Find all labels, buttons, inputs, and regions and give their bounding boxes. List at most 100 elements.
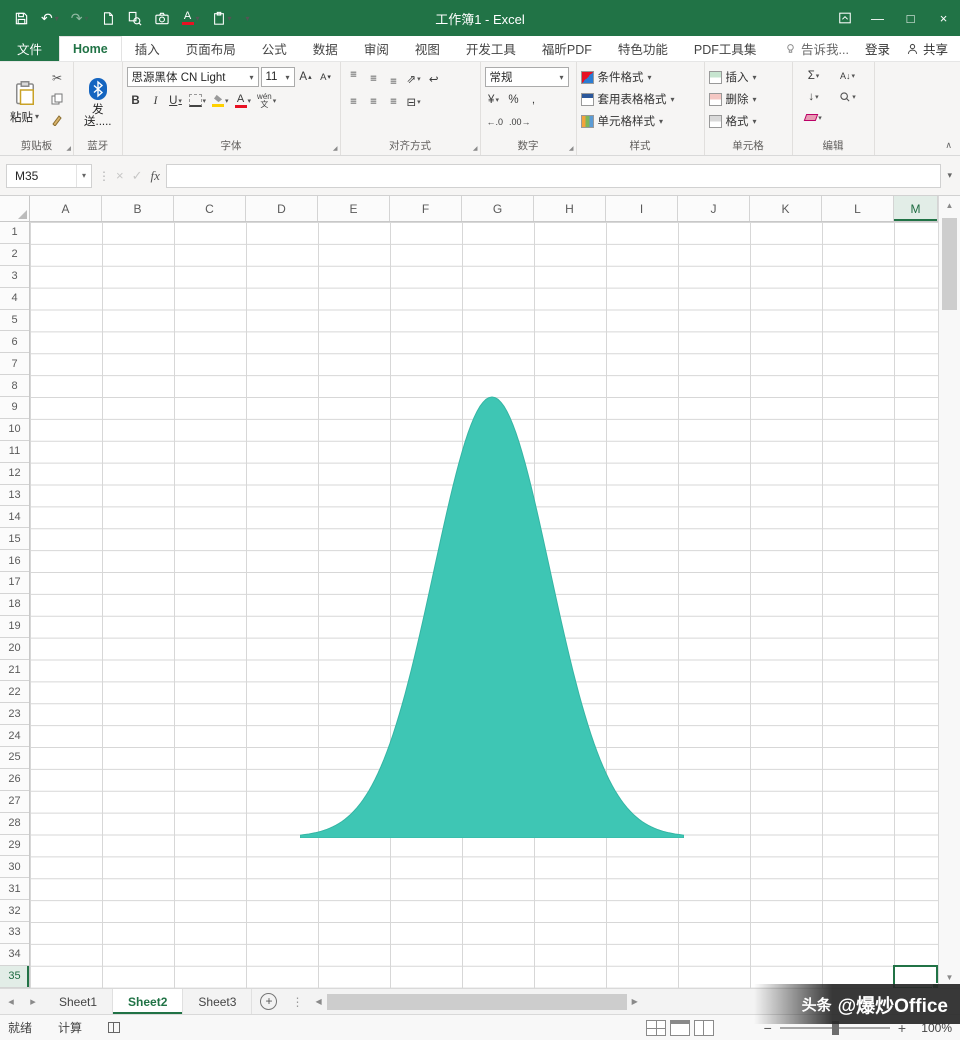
row-header-22[interactable]: 22 [0, 681, 29, 704]
tab-file[interactable]: 文件 [0, 36, 60, 61]
row-header-15[interactable]: 15 [0, 528, 29, 551]
font-color-button-ribbon[interactable]: A ▾ [233, 91, 254, 110]
underline-button[interactable]: U ▾ [167, 91, 185, 110]
sort-filter-button[interactable]: A↓ ▾ [831, 66, 865, 85]
orientation-dropdown-icon[interactable]: ▾ [417, 75, 421, 83]
column-header-J[interactable]: J [678, 196, 750, 221]
autosum-button[interactable]: Σ ▾ [797, 66, 831, 85]
tab-页面布局[interactable]: 页面布局 [173, 36, 249, 61]
underline-dropdown-icon[interactable]: ▾ [178, 97, 182, 105]
borders-dropdown-icon[interactable]: ▾ [203, 97, 207, 105]
print-preview-button[interactable] [121, 4, 148, 32]
row-header-17[interactable]: 17 [0, 572, 29, 594]
redo-dropdown-icon[interactable]: ▾ [84, 14, 88, 23]
column-header-F[interactable]: F [390, 196, 462, 221]
new-sheet-button[interactable]: + [260, 993, 278, 1010]
redo-button[interactable]: ↷ ▾ [65, 4, 95, 32]
row-header-14[interactable]: 14 [0, 506, 29, 529]
format-cells-button[interactable]: 格式 ▾ [708, 111, 788, 131]
tab-特色功能[interactable]: 特色功能 [605, 36, 681, 61]
row-header-11[interactable]: 11 [0, 441, 29, 463]
insert-function-button[interactable]: fx [151, 168, 160, 184]
increase-font-button[interactable]: A ▴ [297, 68, 315, 87]
fill-color-button[interactable]: ▾ [210, 91, 231, 110]
row-header-19[interactable]: 19 [0, 616, 29, 638]
font-dialog-launcher[interactable]: ◢ [333, 145, 338, 152]
tab-视图[interactable]: 视图 [402, 36, 453, 61]
row-header-24[interactable]: 24 [0, 725, 29, 747]
row-header-3[interactable]: 3 [0, 266, 29, 288]
scroll-up-button[interactable]: ▲ [939, 198, 960, 214]
row-header-20[interactable]: 20 [0, 638, 29, 660]
fill-button[interactable]: ↓ ▾ [797, 87, 831, 106]
insert-cells-button[interactable]: 插入 ▾ [708, 67, 788, 87]
horizontal-scroll-thumb[interactable] [326, 993, 627, 1010]
column-header-H[interactable]: H [534, 196, 606, 221]
scroll-left-button[interactable]: ◀ [315, 997, 321, 1006]
name-box[interactable]: M35 ▾ [6, 163, 92, 188]
status-calculate[interactable]: 计算 [58, 1019, 82, 1036]
enter-button[interactable]: ✓ [132, 168, 143, 184]
alignment-dialog-launcher[interactable]: ◢ [473, 145, 478, 152]
row-header-8[interactable]: 8 [0, 375, 29, 397]
find-select-button[interactable]: ▾ [831, 87, 865, 106]
copy-button[interactable] [47, 90, 67, 108]
merge-dropdown-icon[interactable]: ▾ [417, 98, 421, 106]
formula-input[interactable] [165, 163, 942, 188]
row-header-4[interactable]: 4 [0, 288, 29, 310]
sort-dropdown-icon[interactable]: ▾ [852, 72, 856, 80]
row-header-21[interactable]: 21 [0, 660, 29, 682]
clear-dropdown-icon[interactable]: ▾ [818, 114, 822, 122]
row-header-2[interactable]: 2 [0, 244, 29, 266]
close-button[interactable]: × [927, 0, 960, 36]
row-header-18[interactable]: 18 [0, 594, 29, 616]
row-header-27[interactable]: 27 [0, 791, 29, 813]
row-header-13[interactable]: 13 [0, 485, 29, 507]
align-right-button[interactable]: ≡ [385, 92, 403, 111]
camera-button[interactable] [148, 4, 176, 32]
bell-curve-chart[interactable] [300, 394, 684, 838]
row-header-34[interactable]: 34 [0, 944, 29, 966]
collapse-ribbon-button[interactable]: ∧ [945, 140, 952, 151]
number-format-select[interactable]: 常规 ▾ [484, 67, 569, 87]
tab-数据[interactable]: 数据 [300, 36, 351, 61]
phonetic-dropdown-icon[interactable]: ▾ [273, 97, 277, 105]
undo-dropdown-icon[interactable]: ▾ [55, 14, 59, 23]
conditional-formatting-button[interactable]: 条件格式 ▾ [580, 67, 700, 87]
row-header-9[interactable]: 9 [0, 397, 29, 419]
column-header-C[interactable]: C [174, 196, 246, 221]
row-header-6[interactable]: 6 [0, 331, 29, 354]
cells-grid[interactable] [30, 222, 939, 988]
row-header-28[interactable]: 28 [0, 813, 29, 835]
italic-button[interactable]: I [147, 91, 165, 110]
row-header-25[interactable]: 25 [0, 747, 29, 769]
row-header-16[interactable]: 16 [0, 550, 29, 572]
clipboard-dialog-launcher[interactable]: ◢ [66, 145, 71, 152]
tab-开发工具[interactable]: 开发工具 [453, 36, 529, 61]
font-name-select[interactable]: 思源黑体 CN Light ▾ [126, 67, 259, 87]
bluetooth-send-button[interactable]: 发 送..... [78, 65, 117, 139]
sheet-tab-overflow[interactable]: ⋮ [291, 995, 303, 1009]
sheet-tab-sheet3[interactable]: Sheet3 [183, 989, 253, 1014]
cancel-button[interactable]: × [116, 168, 124, 183]
comma-style-button[interactable]: , [525, 90, 543, 109]
row-header-23[interactable]: 23 [0, 703, 29, 726]
phonetic-guide-button[interactable]: wén 文 ▾ [255, 91, 278, 110]
autosum-dropdown-icon[interactable]: ▾ [816, 72, 820, 80]
share-button[interactable]: 共享 [906, 39, 948, 58]
align-top-button[interactable]: ≡ [345, 69, 363, 88]
align-left-button[interactable]: ≡ [345, 92, 363, 111]
minimize-button[interactable]: — [861, 0, 894, 36]
paste-special-dropdown-icon[interactable]: ▾ [228, 14, 232, 23]
column-header-A[interactable]: A [30, 196, 102, 221]
row-header-30[interactable]: 30 [0, 856, 29, 879]
align-center-button[interactable]: ≡ [365, 92, 383, 111]
clear-button[interactable]: ▾ [797, 108, 831, 127]
row-header-1[interactable]: 1 [0, 222, 29, 244]
font-size-select[interactable]: 11 ▾ [260, 67, 295, 87]
accounting-format-button[interactable]: ¥ ▾ [485, 90, 503, 109]
align-middle-button[interactable]: ≡ [365, 69, 383, 88]
column-header-D[interactable]: D [246, 196, 318, 221]
tell-me-button[interactable]: 告诉我... [784, 39, 849, 58]
merge-center-button[interactable]: ⊟ ▾ [405, 92, 423, 111]
